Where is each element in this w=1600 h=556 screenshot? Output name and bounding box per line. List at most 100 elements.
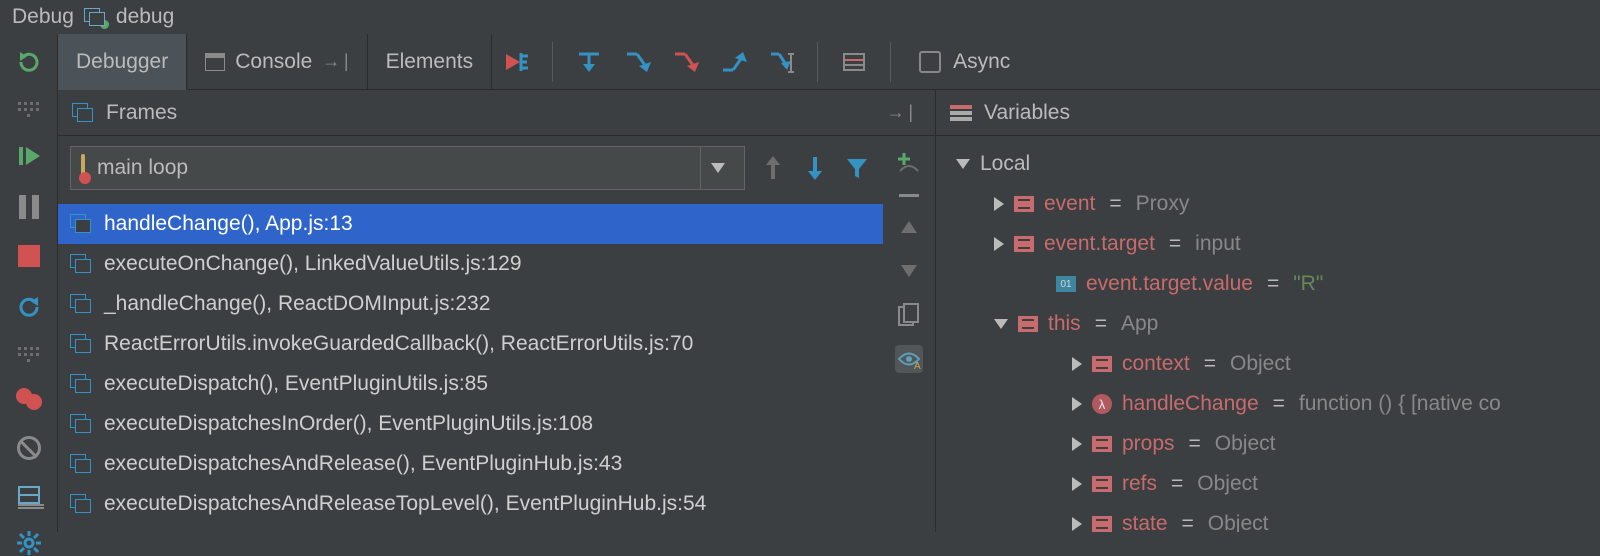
- function-icon: λ: [1092, 394, 1112, 414]
- frame-label: _handleChange(), ReactDOMInput.js:232: [104, 292, 490, 316]
- variable-row[interactable]: 01 event.target.value = "R": [936, 264, 1600, 304]
- variable-row[interactable]: context = Object: [936, 344, 1600, 384]
- frame-row[interactable]: executeDispatchesInOrder(), EventPluginU…: [58, 404, 883, 444]
- variable-row[interactable]: event = Proxy: [936, 184, 1600, 224]
- frame-row[interactable]: executeDispatch(), EventPluginUtils.js:8…: [58, 364, 883, 404]
- variable-row[interactable]: state = Object: [936, 504, 1600, 532]
- object-icon: [1092, 476, 1112, 492]
- equals-sign: =: [1091, 312, 1111, 336]
- variable-value: Object: [1215, 432, 1276, 456]
- frames-list[interactable]: handleChange(), App.js:13 executeOnChange…: [58, 204, 883, 532]
- variable-row[interactable]: λ handleChange = function () { [native c…: [936, 384, 1600, 424]
- show-execution-point-button[interactable]: [496, 42, 536, 82]
- object-icon: [1092, 516, 1112, 532]
- variables-tree[interactable]: Local event = Proxy event.target = input…: [936, 136, 1600, 532]
- thread-selector[interactable]: main loop: [70, 146, 745, 190]
- pause-button[interactable]: [15, 195, 43, 219]
- variable-row[interactable]: props = Object: [936, 424, 1600, 464]
- frame-label: executeDispatch(), EventPluginUtils.js:8…: [104, 372, 488, 396]
- add-watch-button[interactable]: [895, 150, 923, 178]
- layout-settings-button[interactable]: [15, 486, 43, 504]
- mute-breakpoints-button[interactable]: [15, 436, 43, 460]
- remove-watch-button[interactable]: [899, 194, 919, 197]
- show-watches-button[interactable]: A: [895, 345, 923, 373]
- frame-row[interactable]: executeOnChange(), LinkedValueUtils.js:1…: [58, 244, 883, 284]
- async-label: Async: [953, 50, 1010, 74]
- variable-value: Proxy: [1136, 192, 1190, 216]
- frame-icon: [70, 454, 92, 474]
- restart-button[interactable]: [15, 293, 43, 321]
- thread-icon: [81, 156, 85, 180]
- frame-row[interactable]: ReactErrorUtils.invokeGuardedCallback(),…: [58, 324, 883, 364]
- frame-row[interactable]: executeDispatchesAndReleaseTopLevel(), E…: [58, 484, 883, 524]
- variable-value: Object: [1230, 352, 1291, 376]
- frames-title: Frames: [106, 101, 177, 125]
- tab-elements-label: Elements: [386, 50, 474, 74]
- variable-row[interactable]: this = App: [936, 304, 1600, 344]
- tab-debugger[interactable]: Debugger: [58, 34, 187, 90]
- equals-sign: =: [1167, 472, 1187, 496]
- variable-value: "R": [1293, 272, 1323, 296]
- step-into-button[interactable]: [617, 42, 657, 82]
- expand-right-icon: [994, 197, 1004, 211]
- expand-down-icon: [956, 159, 970, 169]
- frame-row[interactable]: handleChange(), App.js:13: [58, 204, 883, 244]
- frame-icon: [70, 334, 92, 354]
- async-checkbox[interactable]: [919, 51, 941, 73]
- object-icon: [1092, 356, 1112, 372]
- equals-sign: =: [1200, 352, 1220, 376]
- object-icon: [1014, 236, 1034, 252]
- equals-sign: =: [1269, 392, 1289, 416]
- toolbar-separator: [890, 42, 891, 82]
- thread-selector-dropdown[interactable]: [700, 147, 734, 189]
- frames-export-icon[interactable]: → |: [887, 102, 913, 123]
- stripe-separator-icon: [17, 102, 41, 117]
- frame-label: handleChange(), App.js:13: [104, 212, 353, 236]
- variables-title: Variables: [984, 101, 1070, 125]
- step-over-button[interactable]: [569, 42, 609, 82]
- chevron-down-icon: [711, 163, 725, 173]
- frame-icon: [70, 494, 92, 514]
- stop-button[interactable]: [15, 245, 43, 267]
- variable-name: context: [1122, 352, 1190, 376]
- object-icon: [1018, 316, 1038, 332]
- equals-sign: =: [1165, 232, 1185, 256]
- equals-sign: =: [1185, 432, 1205, 456]
- frame-icon: [70, 374, 92, 394]
- variable-value: App: [1121, 312, 1158, 336]
- frame-row[interactable]: _handleChange(), ReactDOMInput.js:232: [58, 284, 883, 324]
- move-watch-up-button[interactable]: [895, 213, 923, 241]
- tab-elements[interactable]: Elements: [368, 34, 493, 90]
- frames-filter-button[interactable]: [843, 154, 871, 182]
- expand-right-icon: [1072, 437, 1082, 451]
- debug-label: Debug: [12, 5, 74, 29]
- frame-label: executeDispatchesAndReleaseTopLevel(), E…: [104, 492, 706, 516]
- variable-scope[interactable]: Local: [936, 144, 1600, 184]
- frame-icon: [70, 294, 92, 314]
- variable-row[interactable]: event.target = input: [936, 224, 1600, 264]
- frame-row[interactable]: executeDispatchesAndRelease(), EventPlug…: [58, 444, 883, 484]
- move-watch-down-button[interactable]: [895, 257, 923, 285]
- frame-label: ReactErrorUtils.invokeGuardedCallback(),…: [104, 332, 693, 356]
- svg-text:A: A: [914, 361, 921, 370]
- scope-label: Local: [980, 152, 1030, 176]
- copy-watch-button[interactable]: [895, 301, 923, 329]
- tab-console[interactable]: Console → |: [187, 34, 367, 90]
- variables-panel-header: Variables: [936, 90, 1600, 135]
- frame-icon: [70, 414, 92, 434]
- variable-value: Object: [1197, 472, 1258, 496]
- force-step-into-button[interactable]: [665, 42, 705, 82]
- step-out-button[interactable]: [713, 42, 753, 82]
- variable-row[interactable]: refs = Object: [936, 464, 1600, 504]
- settings-button[interactable]: [15, 530, 43, 556]
- view-breakpoints-button[interactable]: [15, 388, 43, 410]
- resume-button[interactable]: [15, 143, 43, 169]
- run-to-cursor-button[interactable]: [761, 42, 801, 82]
- variable-name: event.target.value: [1086, 272, 1253, 296]
- frame-next-button[interactable]: [801, 154, 829, 182]
- evaluate-expression-button[interactable]: [834, 42, 874, 82]
- frame-icon: [70, 254, 92, 274]
- frame-prev-button[interactable]: [759, 154, 787, 182]
- variable-name: handleChange: [1122, 392, 1259, 416]
- rerun-button[interactable]: [15, 48, 43, 76]
